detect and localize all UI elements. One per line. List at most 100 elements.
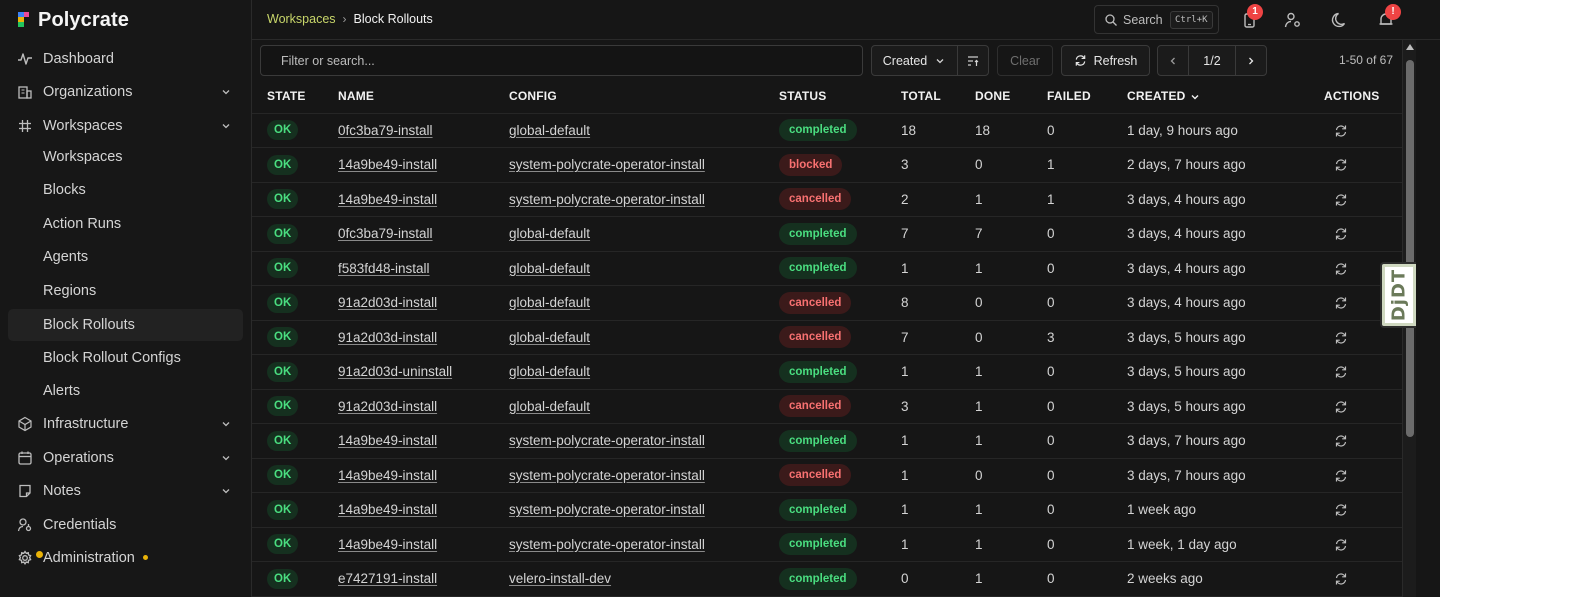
table-row[interactable]: OK 91a2d03d-install global-default cancelle…	[252, 389, 1402, 424]
rollout-name-link[interactable]: 14a9be49-install	[338, 537, 437, 552]
sidebar-subitem-block-rollout-configs[interactable]: Block Rollout Configs	[8, 342, 243, 374]
sidebar-subitem-regions[interactable]: Regions	[8, 275, 243, 307]
sidebar-item-notes[interactable]: Notes	[8, 475, 243, 507]
column-header-name[interactable]: NAME	[323, 80, 494, 114]
retry-icon[interactable]	[1334, 365, 1348, 379]
retry-icon[interactable]	[1334, 503, 1348, 517]
sort-direction-button[interactable]	[957, 45, 989, 76]
rollout-name-link[interactable]: 14a9be49-install	[338, 468, 437, 483]
sidebar-item-administration[interactable]: Administration	[8, 542, 243, 574]
notifications-button[interactable]: 1	[1240, 4, 1263, 30]
table-row[interactable]: OK 14a9be49-install system-polycrate-opera…	[252, 492, 1402, 528]
sort-field-select[interactable]: Created	[871, 45, 958, 76]
column-header-state[interactable]: STATE	[252, 80, 323, 114]
table-row[interactable]: OK 91a2d03d-uninstall global-default comple…	[252, 354, 1402, 390]
table-row[interactable]: OK 14a9be49-install system-polycrate-opera…	[252, 147, 1402, 183]
debug-toolbar-handle[interactable]: DjDT	[1380, 262, 1416, 328]
chevron-down-icon[interactable]	[219, 484, 233, 498]
rollout-name-link[interactable]: 14a9be49-install	[338, 502, 437, 517]
rollout-config-link[interactable]: system-polycrate-operator-install	[509, 502, 705, 517]
retry-icon[interactable]	[1334, 469, 1348, 483]
filter-input[interactable]	[261, 46, 862, 75]
rollout-config-link[interactable]: system-polycrate-operator-install	[509, 157, 705, 172]
table-row[interactable]: OK 14a9be49-install system-polycrate-opera…	[252, 527, 1402, 562]
rollout-config-link[interactable]: system-polycrate-operator-install	[509, 192, 705, 207]
sidebar-item-credentials[interactable]: Credentials	[8, 509, 243, 541]
sidebar-subitem-action-runs[interactable]: Action Runs	[8, 208, 243, 240]
rollout-name-link[interactable]: 14a9be49-install	[338, 433, 437, 448]
sidebar-subitem-workspaces[interactable]: Workspaces	[8, 141, 243, 173]
rollout-config-link[interactable]: global-default	[509, 261, 590, 276]
table-row[interactable]: OK f583fd48-install global-default complete…	[252, 251, 1402, 286]
rollout-config-link[interactable]: global-default	[509, 364, 590, 379]
sidebar-subitem-block-rollouts[interactable]: Block Rollouts	[8, 309, 243, 341]
theme-toggle-button[interactable]	[1330, 10, 1350, 30]
retry-icon[interactable]	[1334, 434, 1348, 448]
retry-icon[interactable]	[1334, 124, 1348, 138]
search-button[interactable]: Search Ctrl+K	[1094, 5, 1219, 34]
retry-icon[interactable]	[1334, 572, 1348, 586]
column-header-done[interactable]: DONE	[960, 80, 1032, 114]
sidebar-item-operations[interactable]: Operations	[8, 442, 243, 474]
rollout-name-link[interactable]: 0fc3ba79-install	[338, 226, 433, 241]
table-row[interactable]: OK 91a2d03d-install global-default cancelle…	[252, 285, 1402, 321]
previous-page-button[interactable]	[1157, 45, 1189, 76]
rollout-name-link[interactable]: 91a2d03d-install	[338, 295, 437, 310]
rollout-name-link[interactable]: 91a2d03d-install	[338, 330, 437, 345]
retry-icon[interactable]	[1334, 400, 1348, 414]
scroll-up-arrow-icon[interactable]	[1406, 44, 1414, 50]
brand[interactable]: Polycrate	[18, 8, 129, 32]
sidebar-item-infrastructure[interactable]: Infrastructure	[8, 408, 243, 440]
rollout-config-link[interactable]: system-polycrate-operator-install	[509, 468, 705, 483]
sidebar-item-organizations[interactable]: Organizations	[8, 76, 243, 108]
table-row[interactable]: OK 0fc3ba79-install global-default complete…	[252, 216, 1402, 252]
sidebar-subitem-alerts[interactable]: Alerts	[8, 375, 243, 407]
sidebar-item-workspaces[interactable]: Workspaces	[8, 110, 243, 142]
column-header-created[interactable]: CREATED	[1112, 80, 1309, 114]
table-row[interactable]: OK 91a2d03d-install global-default cancelle…	[252, 320, 1402, 355]
rollout-config-link[interactable]: global-default	[509, 226, 590, 241]
filter-field[interactable]	[260, 45, 863, 76]
column-header-total[interactable]: TOTAL	[886, 80, 960, 114]
rollout-name-link[interactable]: 0fc3ba79-install	[338, 123, 433, 138]
table-row[interactable]: OK 14a9be49-install system-polycrate-opera…	[252, 458, 1402, 493]
rollout-name-link[interactable]: 14a9be49-install	[338, 157, 437, 172]
clear-button[interactable]: Clear	[997, 45, 1053, 76]
rollout-name-link[interactable]: f583fd48-install	[338, 261, 430, 276]
sidebar-subitem-agents[interactable]: Agents	[8, 241, 243, 273]
chevron-down-icon[interactable]	[219, 85, 233, 99]
chevron-down-icon[interactable]	[219, 451, 233, 465]
sidebar-subitem-blocks[interactable]: Blocks	[8, 174, 243, 206]
rollout-config-link[interactable]: global-default	[509, 399, 590, 414]
alerts-button[interactable]: !	[1376, 4, 1401, 30]
retry-icon[interactable]	[1334, 538, 1348, 552]
rollout-name-link[interactable]: 91a2d03d-uninstall	[338, 364, 452, 379]
rollout-config-link[interactable]: global-default	[509, 330, 590, 345]
rollout-config-link[interactable]: global-default	[509, 295, 590, 310]
retry-icon[interactable]	[1334, 262, 1348, 276]
rollout-config-link[interactable]: global-default	[509, 123, 590, 138]
sidebar-item-dashboard[interactable]: Dashboard	[8, 43, 243, 75]
scrollbar-thumb[interactable]	[1406, 60, 1414, 437]
chevron-down-icon[interactable]	[219, 417, 233, 431]
column-header-config[interactable]: CONFIG	[494, 80, 764, 114]
retry-icon[interactable]	[1334, 193, 1348, 207]
chevron-down-icon[interactable]	[219, 119, 233, 133]
column-header-status[interactable]: STATUS	[764, 80, 886, 114]
next-page-button[interactable]	[1235, 45, 1267, 76]
rollout-config-link[interactable]: system-polycrate-operator-install	[509, 433, 705, 448]
retry-icon[interactable]	[1334, 158, 1348, 172]
retry-icon[interactable]	[1334, 227, 1348, 241]
rollout-config-link[interactable]: velero-install-dev	[509, 571, 611, 586]
table-row[interactable]: OK 14a9be49-install system-polycrate-opera…	[252, 423, 1402, 459]
rollout-name-link[interactable]: 91a2d03d-install	[338, 399, 437, 414]
rollout-name-link[interactable]: e7427191-install	[338, 571, 437, 586]
table-row[interactable]: OK 14a9be49-install system-polycrate-opera…	[252, 182, 1402, 217]
table-row[interactable]: OK e7427191-install velero-install-dev comp…	[252, 561, 1402, 597]
retry-icon[interactable]	[1334, 296, 1348, 310]
breadcrumb-workspaces-link[interactable]: Workspaces	[267, 12, 336, 26]
user-settings-button[interactable]	[1283, 10, 1303, 30]
retry-icon[interactable]	[1334, 331, 1348, 345]
column-header-failed[interactable]: FAILED	[1032, 80, 1112, 114]
table-row[interactable]: OK 0fc3ba79-install global-default complete…	[252, 113, 1402, 148]
